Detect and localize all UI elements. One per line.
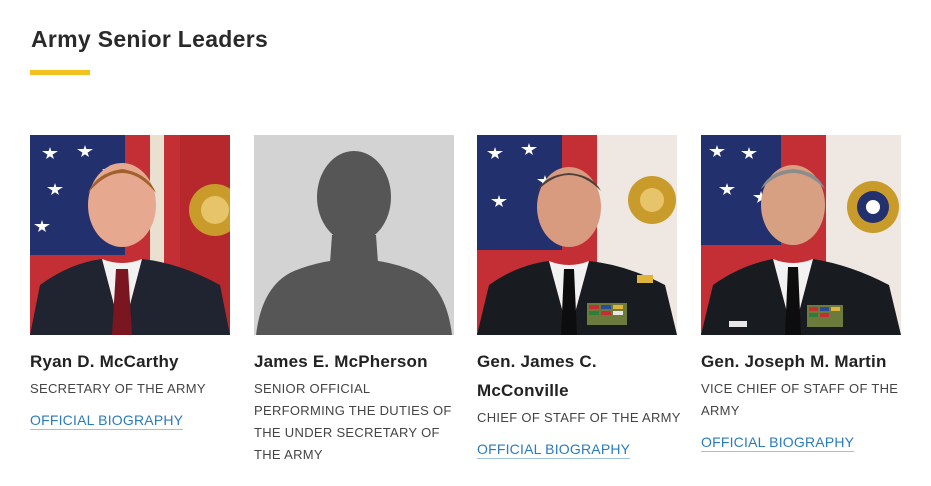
leader-name: Ryan D. McCarthy	[30, 352, 179, 371]
leader-role: SECRETARY OF THE ARMY	[30, 381, 206, 396]
leader-name: James E. McPherson	[254, 352, 428, 371]
official-biography-link[interactable]: OFFICIAL BIOGRAPHY	[30, 412, 184, 430]
leader-card: Gen. Joseph M. Martin VICE CHIEF OF STAF…	[701, 135, 906, 452]
leader-role: CHIEF OF STAFF OF THE ARMY	[477, 410, 681, 425]
leader-card: Ryan D. McCarthy SECRETARY OF THE ARMY O…	[30, 135, 235, 430]
leader-role: SENIOR OFFICIAL PERFORMING THE DUTIES OF…	[254, 381, 452, 462]
leader-photo[interactable]	[477, 135, 677, 335]
official-biography-link[interactable]: OFFICIAL BIOGRAPHY	[477, 441, 631, 459]
leader-card: Gen. James C. McConville CHIEF OF STAFF …	[477, 135, 682, 459]
leader-role: VICE CHIEF OF STAFF OF THE ARMY	[701, 381, 899, 418]
section-title: Army Senior Leaders	[31, 26, 269, 52]
leader-name: Gen. James C. McConville	[477, 352, 597, 400]
leader-photo[interactable]	[30, 135, 230, 335]
leader-card: James E. McPherson SENIOR OFFICIAL PERFO…	[254, 135, 459, 466]
official-biography-link[interactable]: OFFICIAL BIOGRAPHY	[701, 434, 855, 452]
leader-photo[interactable]	[701, 135, 901, 335]
leader-name: Gen. Joseph M. Martin	[701, 352, 887, 371]
title-accent-rule	[30, 70, 90, 75]
leader-photo-placeholder[interactable]	[254, 135, 454, 335]
